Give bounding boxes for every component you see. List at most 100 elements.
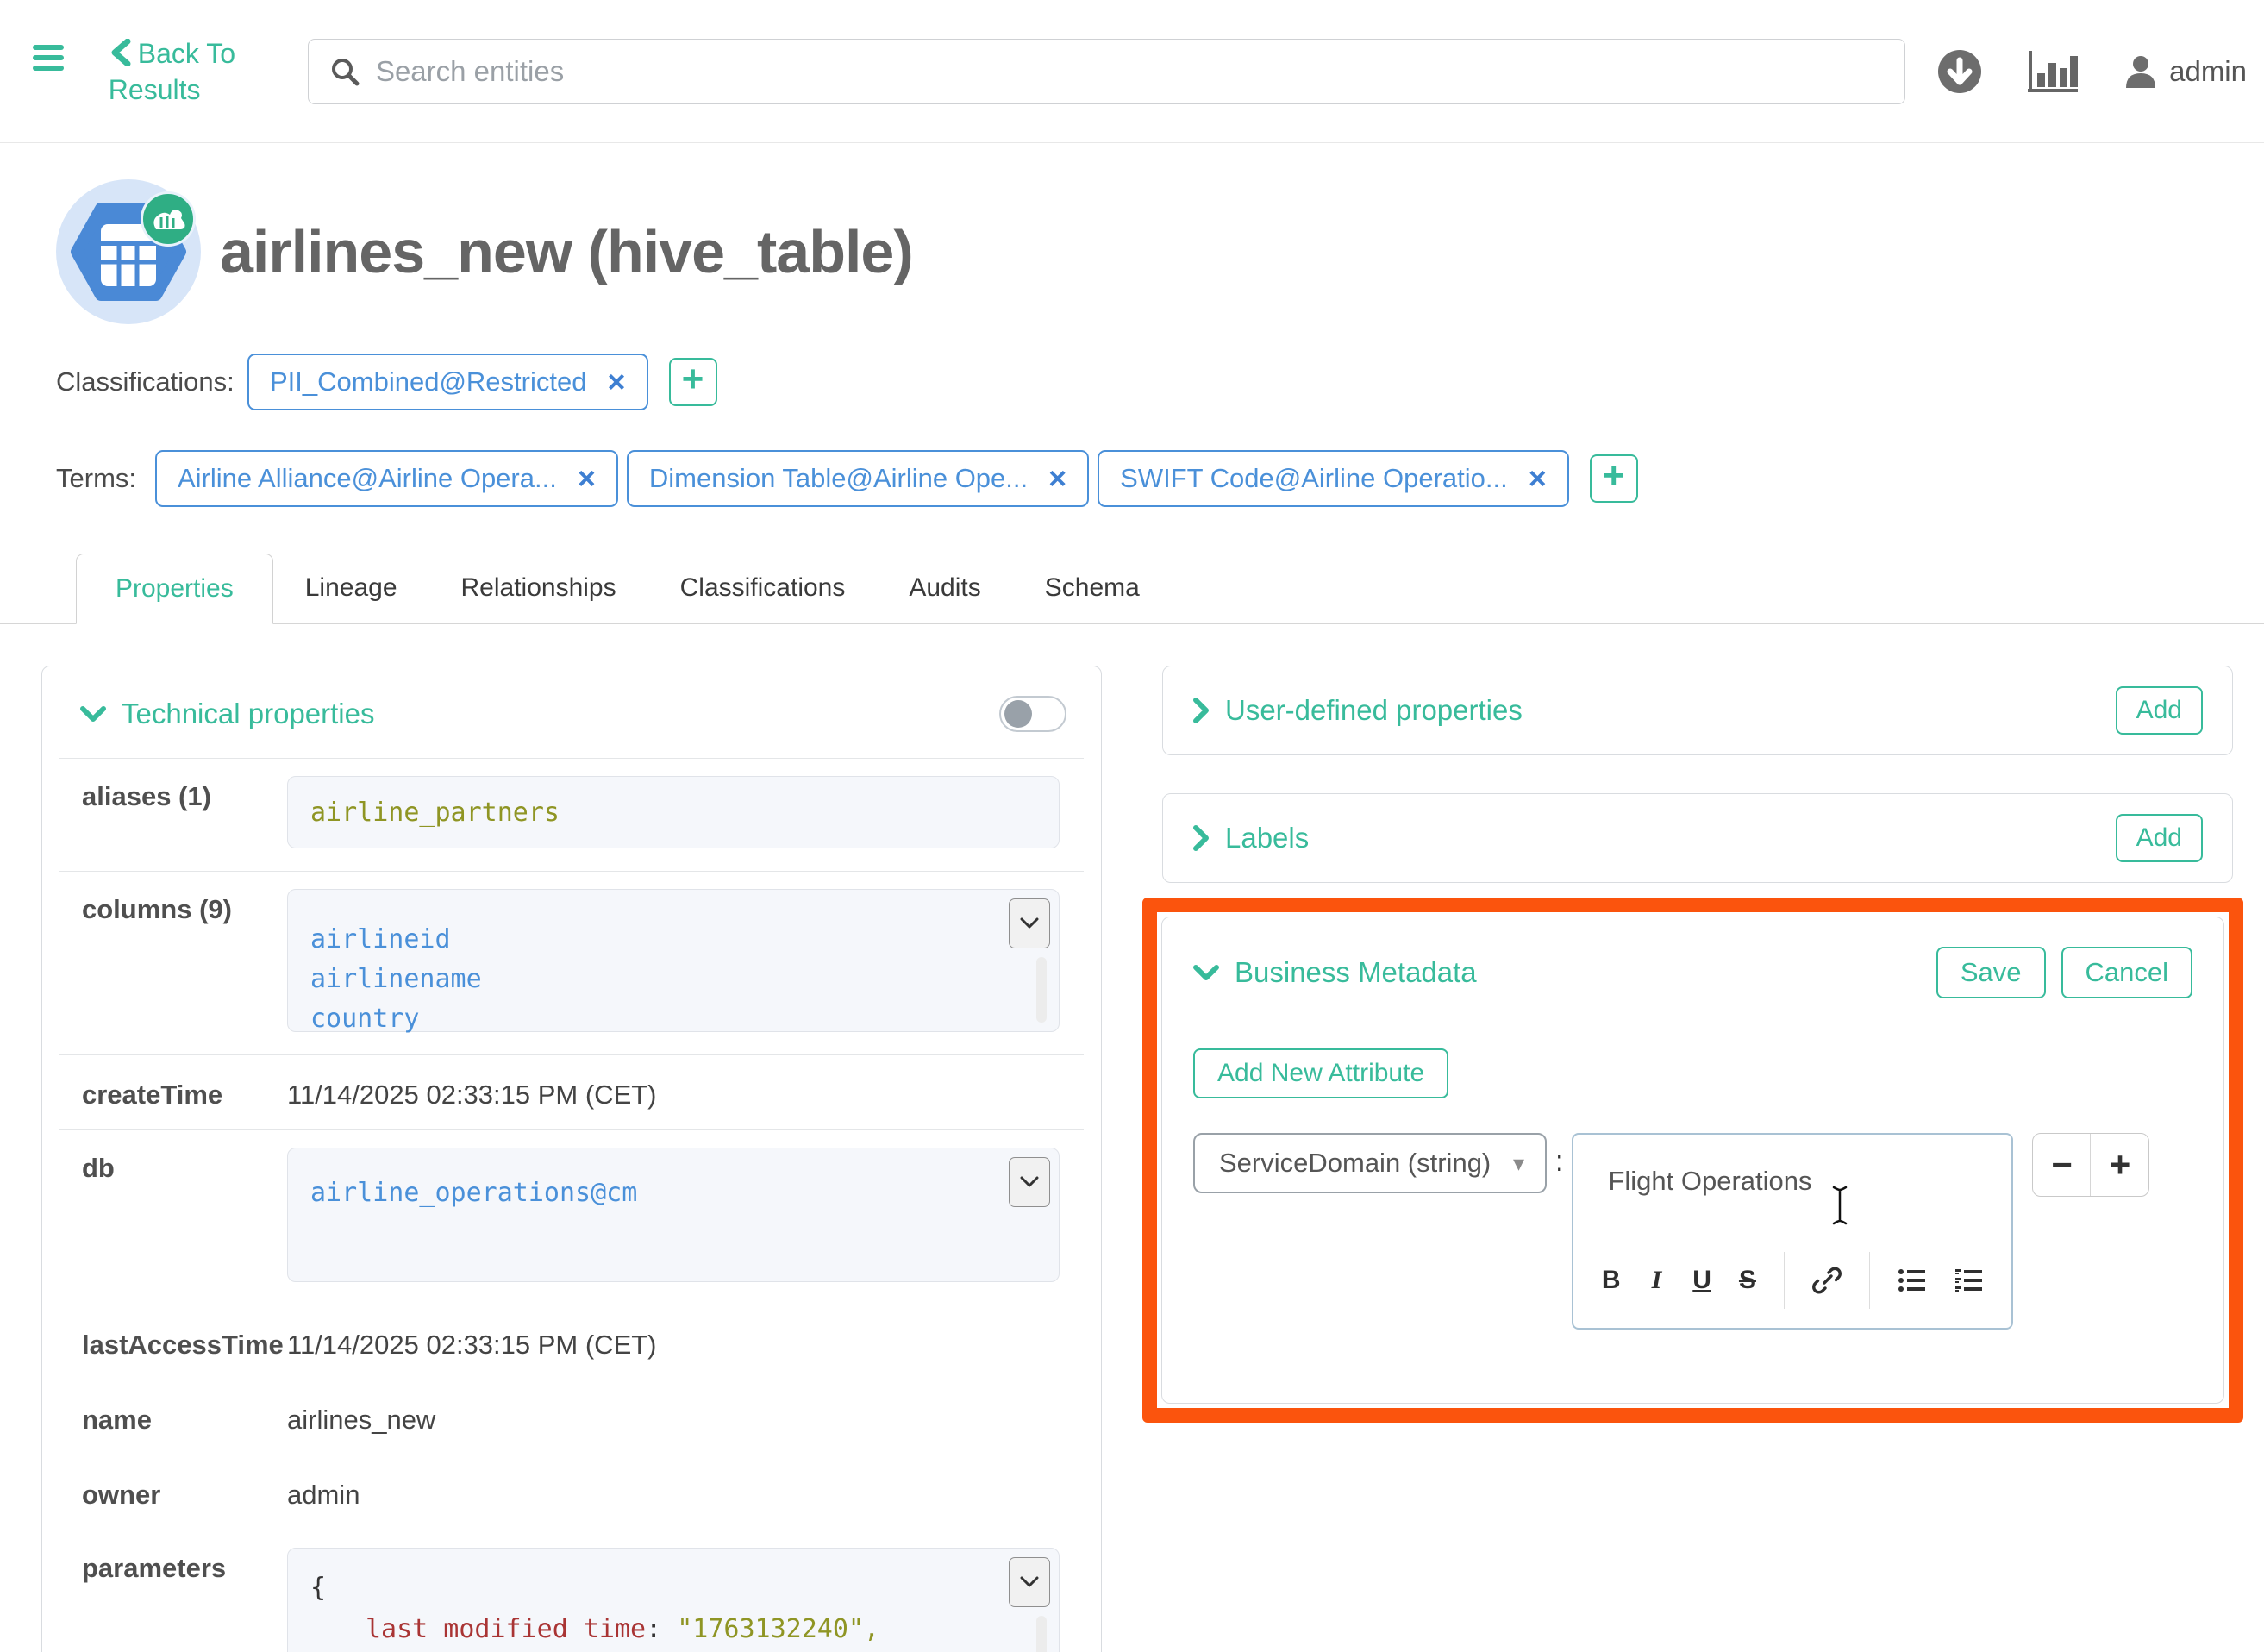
db-link[interactable]: airline_operations@cm: [310, 1178, 637, 1208]
tab-schema[interactable]: Schema: [1013, 553, 1172, 623]
strikethrough-icon[interactable]: S: [1739, 1267, 1756, 1293]
prop-label: lastAccessTime: [82, 1324, 287, 1361]
remove-term-icon[interactable]: ×: [1048, 463, 1066, 494]
technical-properties-card: Technical properties aliases (1) airline…: [41, 666, 1102, 1652]
prop-label: name: [82, 1399, 287, 1436]
prop-row-db: db airline_operations@cm: [42, 1130, 1101, 1305]
attribute-value-editor[interactable]: Flight Operations B I U S: [1572, 1133, 2013, 1330]
hamburger-menu-icon[interactable]: [33, 45, 71, 76]
remove-term-icon[interactable]: ×: [578, 463, 596, 494]
term-pill[interactable]: Airline Alliance@Airline Opera... ×: [155, 450, 618, 507]
hive-table-entity-icon: [56, 179, 201, 324]
prop-row-name: name airlines_new: [42, 1380, 1101, 1455]
add-label-button[interactable]: Add: [2116, 814, 2203, 862]
statistics-chart-icon[interactable]: [2028, 49, 2078, 94]
italic-icon[interactable]: I: [1648, 1267, 1666, 1293]
chevron-down-icon: [80, 705, 106, 723]
user-menu[interactable]: admin: [2123, 53, 2247, 90]
technical-properties-header[interactable]: Technical properties: [42, 666, 1101, 758]
prop-label: owner: [82, 1474, 287, 1511]
add-classification-button[interactable]: +: [669, 358, 717, 406]
chevron-right-icon[interactable]: [1192, 825, 1210, 851]
add-term-button[interactable]: +: [1590, 454, 1638, 503]
user-icon: [2123, 53, 2159, 90]
username: admin: [2169, 55, 2247, 88]
business-metadata-title[interactable]: Business Metadata: [1235, 956, 1477, 989]
add-new-attribute-button[interactable]: Add New Attribute: [1193, 1048, 1448, 1098]
prop-label: columns (9): [82, 889, 287, 1032]
prop-label: aliases (1): [82, 776, 287, 848]
prop-value: admin: [287, 1474, 360, 1511]
tab-properties[interactable]: Properties: [76, 554, 273, 624]
tab-lineage[interactable]: Lineage: [273, 553, 429, 623]
parameters-value-box: { last modified time: "1763132240",: [287, 1548, 1060, 1652]
column-link[interactable]: airlineid: [310, 924, 1036, 954]
remove-classification-icon[interactable]: ×: [607, 366, 625, 397]
aliases-value-box: airline_partners: [287, 776, 1060, 848]
chevron-right-icon[interactable]: [1192, 698, 1210, 723]
link-icon[interactable]: [1812, 1266, 1842, 1295]
prop-row-lastAccessTime: lastAccessTime 11/14/2025 02:33:15 PM (C…: [42, 1305, 1101, 1380]
terms-row: Terms: Airline Alliance@Airline Opera...…: [56, 450, 2264, 507]
json-line: last modified time: "1763132240",: [310, 1609, 1036, 1650]
prop-row-createTime: createTime 11/14/2025 02:33:15 PM (CET): [42, 1055, 1101, 1129]
entity-tab-bar: Properties Lineage Relationships Classif…: [0, 552, 2264, 624]
expand-db-button[interactable]: [1009, 1157, 1050, 1207]
classifications-row: Classifications: PII_Combined@Restricted…: [56, 354, 2264, 410]
column-link[interactable]: country: [310, 1004, 1036, 1034]
attribute-stepper: − +: [2032, 1133, 2149, 1197]
term-pill-label: Airline Alliance@Airline Opera...: [178, 463, 557, 494]
attribute-name-select[interactable]: ServiceDomain (string) ▾: [1193, 1133, 1547, 1193]
term-pill[interactable]: Dimension Table@Airline Ope... ×: [627, 450, 1089, 507]
add-user-defined-property-button[interactable]: Add: [2116, 686, 2203, 735]
term-pill-label: SWIFT Code@Airline Operatio...: [1120, 463, 1508, 494]
prop-row-owner: owner admin: [42, 1455, 1101, 1530]
remove-term-icon[interactable]: ×: [1529, 463, 1547, 494]
prop-row-columns: columns (9) airlineid airlinename countr…: [42, 872, 1101, 1054]
prop-label: parameters: [82, 1548, 287, 1652]
right-column: User-defined properties Add Labels Add B…: [1162, 666, 2233, 1423]
term-pill[interactable]: SWIFT Code@Airline Operatio... ×: [1098, 450, 1569, 507]
top-bar: Back To Results admin: [0, 0, 2264, 143]
prop-value: 11/14/2025 02:33:15 PM (CET): [287, 1324, 657, 1361]
business-metadata-header: Business Metadata Save Cancel: [1193, 947, 2192, 998]
cancel-button[interactable]: Cancel: [2061, 947, 2193, 998]
page-title: airlines_new (hive_table): [220, 217, 913, 286]
prop-row-parameters: parameters { last modified time: "176313…: [42, 1530, 1101, 1652]
add-attribute-value-button[interactable]: +: [2091, 1134, 2148, 1196]
column-link[interactable]: airlinename: [310, 964, 1036, 994]
expand-parameters-button[interactable]: [1009, 1557, 1050, 1607]
hive-badge-icon: [141, 191, 196, 247]
terms-label: Terms:: [56, 463, 155, 494]
search-input[interactable]: [376, 55, 1904, 88]
bold-icon[interactable]: B: [1602, 1267, 1621, 1293]
entity-search-box[interactable]: [308, 39, 1905, 104]
tab-classifications[interactable]: Classifications: [648, 553, 878, 623]
show-empty-values-toggle[interactable]: [999, 696, 1066, 732]
classification-pill-label: PII_Combined@Restricted: [270, 366, 586, 397]
expand-columns-button[interactable]: [1009, 898, 1050, 948]
attribute-value-text: Flight Operations: [1608, 1166, 1811, 1197]
classification-pill[interactable]: PII_Combined@Restricted ×: [247, 354, 648, 410]
save-button[interactable]: Save: [1936, 947, 2046, 998]
tab-relationships[interactable]: Relationships: [429, 553, 648, 623]
text-cursor-pointer: [1832, 1185, 1848, 1226]
tab-audits[interactable]: Audits: [877, 553, 1012, 623]
dropdown-caret-icon: ▾: [1513, 1150, 1524, 1177]
parameters-scrollbar[interactable]: [1036, 1616, 1047, 1652]
prop-value: airlines_new: [287, 1399, 435, 1436]
alias-value: airline_partners: [310, 798, 560, 828]
user-defined-properties-title[interactable]: User-defined properties: [1225, 694, 1523, 727]
db-value-box: airline_operations@cm: [287, 1148, 1060, 1282]
chevron-down-icon[interactable]: [1193, 964, 1219, 981]
business-metadata-card: Business Metadata Save Cancel Add New At…: [1161, 917, 2224, 1404]
numbered-list-icon[interactable]: [1954, 1267, 1984, 1293]
prop-value: 11/14/2025 02:33:15 PM (CET): [287, 1074, 657, 1111]
labels-title[interactable]: Labels: [1225, 822, 1309, 854]
back-to-results-link[interactable]: Back To Results: [109, 35, 260, 108]
underline-icon[interactable]: U: [1692, 1267, 1711, 1293]
columns-scrollbar[interactable]: [1036, 957, 1047, 1023]
download-icon[interactable]: [1936, 48, 1983, 95]
bullet-list-icon[interactable]: [1898, 1267, 1927, 1293]
remove-attribute-button[interactable]: −: [2033, 1134, 2091, 1196]
